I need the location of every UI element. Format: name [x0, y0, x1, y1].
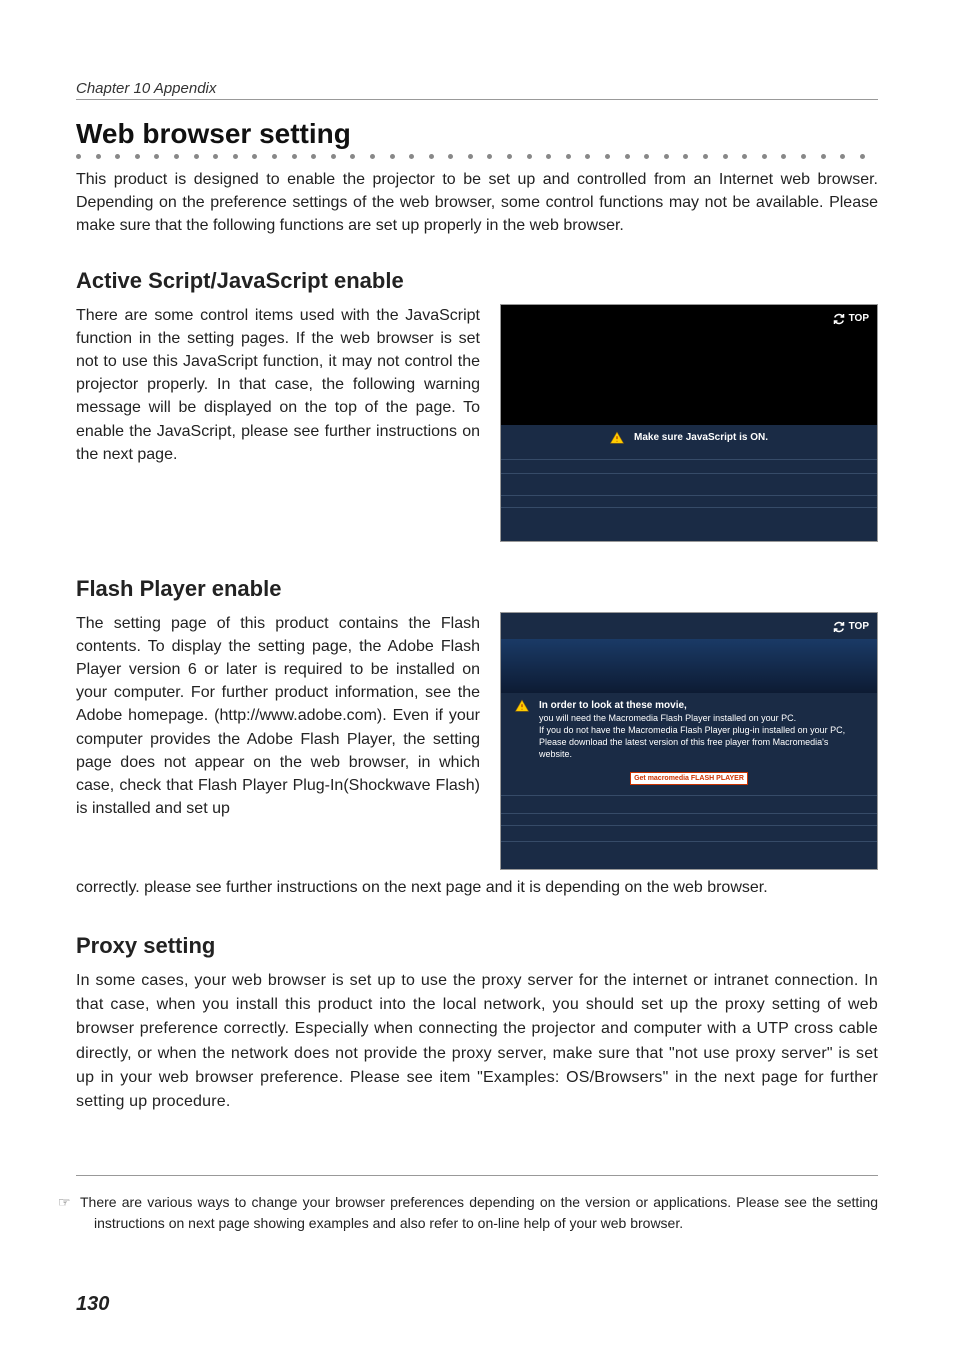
get-flash-button: Get macromedia FLASH PLAYER — [630, 772, 748, 785]
subsection-title: Active Script/JavaScript enable — [76, 268, 878, 294]
dotted-rule — [76, 154, 878, 160]
refresh-icon — [833, 621, 845, 633]
intro-paragraph: This product is designed to enable the p… — [76, 168, 878, 238]
flash-warn-lines: you will need the Macromedia Flash Playe… — [539, 712, 863, 761]
top-label: TOP — [849, 313, 869, 324]
warning-text: Make sure JavaScript is ON. — [634, 431, 768, 445]
subsection-body: In some cases, your web browser is set u… — [76, 969, 878, 1115]
warning-icon — [610, 431, 624, 445]
subsection-flash-player: Flash Player enable The setting page of … — [76, 576, 878, 899]
javascript-warning-screenshot: TOP Make sure JavaScript is ON. — [500, 304, 878, 542]
top-label: TOP — [849, 621, 869, 632]
page-number: 130 — [76, 1293, 109, 1316]
subsection-body: The setting page of this product contain… — [76, 612, 480, 821]
subsection-proxy: Proxy setting In some cases, your web br… — [76, 933, 878, 1115]
footnote-text: There are various ways to change your br… — [80, 1194, 878, 1231]
subsection-title: Flash Player enable — [76, 576, 878, 602]
subsection-body: There are some control items used with t… — [76, 304, 480, 466]
top-refresh-button: TOP — [833, 621, 869, 633]
refresh-icon — [833, 313, 845, 325]
footnote: ☞There are various ways to change your b… — [76, 1192, 878, 1234]
warning-icon — [515, 699, 529, 713]
subsection-tail: correctly. please see further instructio… — [76, 876, 878, 899]
section-title: Web browser setting — [76, 118, 878, 150]
flash-warn-title: In order to look at these movie, — [539, 699, 863, 713]
top-refresh-button: TOP — [833, 313, 869, 325]
footnote-separator — [76, 1175, 878, 1176]
subsection-title: Proxy setting — [76, 933, 878, 959]
subsection-active-script: Active Script/JavaScript enable There ar… — [76, 268, 878, 542]
chapter-label: Chapter 10 Appendix — [76, 80, 878, 100]
flash-warning-screenshot: TOP In order to look at these movie, you… — [500, 612, 878, 870]
